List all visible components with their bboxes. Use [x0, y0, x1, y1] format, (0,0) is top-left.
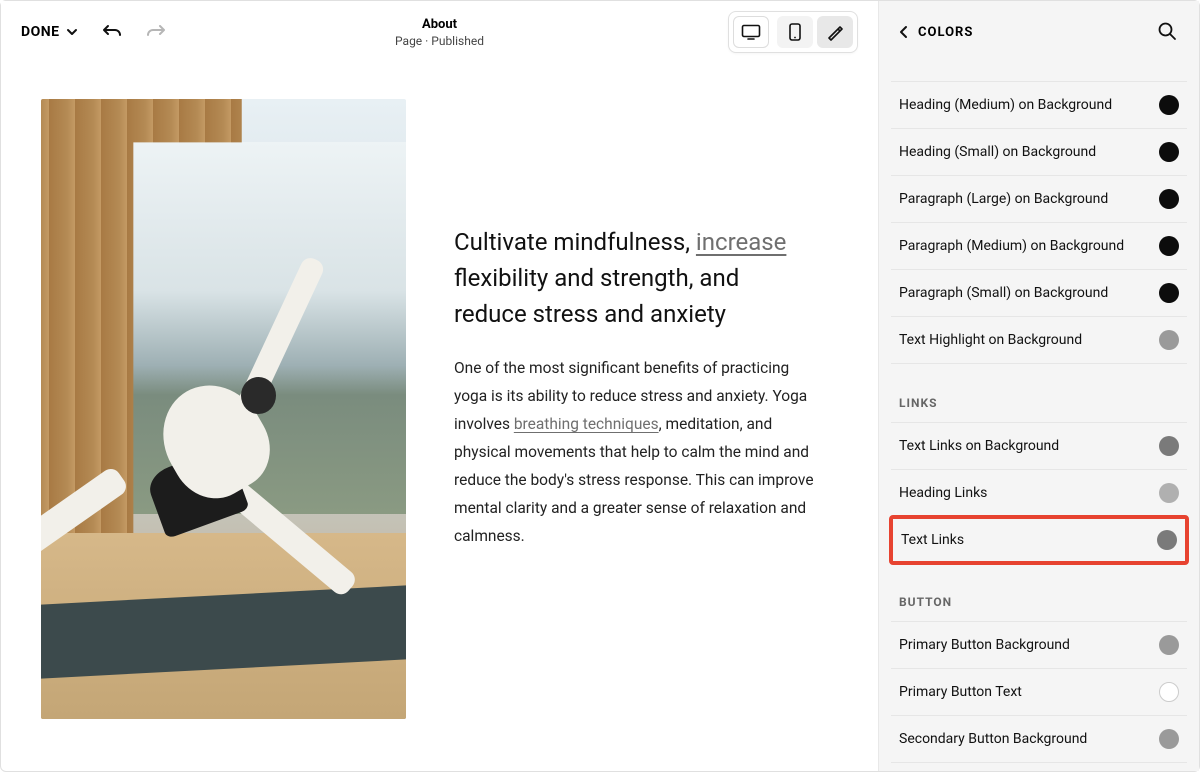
color-swatch[interactable]: [1159, 142, 1179, 162]
color-swatch[interactable]: [1159, 95, 1179, 115]
topbar-center: About Page · Published: [395, 17, 484, 48]
color-row-label: Primary Button Background: [899, 637, 1070, 653]
page-title: About: [395, 17, 484, 32]
text-color-row[interactable]: Paragraph (Medium) on Background: [891, 223, 1187, 270]
text-color-row[interactable]: Paragraph (Small) on Background: [891, 270, 1187, 317]
redo-icon: [146, 22, 166, 42]
color-row-label: Text Links on Background: [899, 438, 1059, 454]
page-subtitle: Page · Published: [395, 34, 484, 48]
body-link[interactable]: breathing techniques: [514, 415, 659, 433]
link-color-row[interactable]: Text Links: [889, 515, 1189, 565]
button-color-row[interactable]: Secondary Button Background: [891, 716, 1187, 763]
button-color-group: Primary Button Background Primary Button …: [891, 621, 1187, 763]
undo-button[interactable]: [102, 22, 122, 42]
color-swatch[interactable]: [1159, 330, 1179, 350]
sidebar-header: COLORS: [879, 1, 1199, 63]
body-paragraph[interactable]: One of the most significant benefits of …: [454, 354, 814, 550]
text-color-group: Heading (Medium) on Background Heading (S…: [891, 81, 1187, 364]
editor-area: DONE About Page · Published: [1, 1, 879, 771]
panel-title: COLORS: [918, 25, 973, 40]
page-canvas[interactable]: Cultivate mindfulness, increase flexibil…: [1, 63, 878, 771]
color-swatch[interactable]: [1159, 283, 1179, 303]
scene-person: [78, 273, 370, 645]
done-button[interactable]: DONE: [21, 24, 78, 40]
headline-part-2: flexibility and strength, and reduce str…: [454, 264, 739, 328]
paintbrush-icon: [826, 23, 844, 41]
text-color-row[interactable]: Heading (Medium) on Background: [891, 81, 1187, 129]
content-column: Cultivate mindfulness, increase flexibil…: [454, 99, 814, 735]
chevron-left-icon: [899, 25, 908, 39]
color-row-label: Heading (Small) on Background: [899, 144, 1096, 160]
headline-link[interactable]: increase: [696, 228, 786, 256]
done-label: DONE: [21, 24, 60, 40]
color-row-label: Paragraph (Medium) on Background: [899, 238, 1124, 254]
button-color-row[interactable]: Primary Button Text: [891, 669, 1187, 716]
editor-topbar: DONE About Page · Published: [1, 1, 878, 63]
mobile-view-button[interactable]: [777, 16, 813, 48]
color-row-label: Heading (Medium) on Background: [899, 97, 1112, 113]
desktop-view-button[interactable]: [733, 16, 769, 48]
text-color-row[interactable]: Paragraph (Large) on Background: [891, 176, 1187, 223]
color-row-label: Secondary Button Background: [899, 731, 1087, 747]
color-swatch[interactable]: [1159, 483, 1179, 503]
chevron-down-icon: [66, 26, 78, 38]
color-swatch[interactable]: [1159, 436, 1179, 456]
color-row-label: Text Highlight on Background: [899, 332, 1082, 348]
headline-part-1: Cultivate mindfulness,: [454, 228, 696, 256]
styles-sidebar: COLORS Heading (Medium) on BackgroundHea…: [879, 1, 1199, 771]
styles-panel-button[interactable]: [817, 16, 853, 48]
button-color-row[interactable]: Primary Button Background: [891, 621, 1187, 669]
back-button[interactable]: COLORS: [899, 25, 973, 40]
headline-text[interactable]: Cultivate mindfulness, increase flexibil…: [454, 224, 814, 332]
color-swatch[interactable]: [1159, 635, 1179, 655]
hero-image[interactable]: [41, 99, 406, 719]
color-row-label: Heading Links: [899, 485, 987, 501]
color-swatch[interactable]: [1159, 729, 1179, 749]
panel-body: Heading (Medium) on Background Heading (S…: [879, 63, 1199, 763]
links-color-group: Text Links on Background Heading Links Tex…: [891, 422, 1187, 565]
color-swatch[interactable]: [1159, 189, 1179, 209]
color-row-label: Paragraph (Large) on Background: [899, 191, 1108, 207]
desktop-icon: [741, 24, 761, 40]
links-section-label: LINKS: [891, 364, 1187, 422]
device-toolbar: [728, 11, 858, 53]
undo-icon: [102, 22, 122, 42]
button-section-label: BUTTON: [891, 563, 1187, 621]
body-part-2: , meditation, and physical movements tha…: [454, 415, 814, 545]
color-row-label: Primary Button Text: [899, 684, 1022, 700]
mobile-icon: [789, 23, 801, 41]
text-color-row[interactable]: Text Highlight on Background: [891, 317, 1187, 364]
topbar-left: DONE: [21, 22, 166, 42]
color-swatch[interactable]: [1159, 682, 1179, 702]
color-row-label: Paragraph (Small) on Background: [899, 285, 1108, 301]
color-swatch[interactable]: [1157, 530, 1177, 550]
redo-button[interactable]: [146, 22, 166, 42]
search-icon: [1157, 21, 1177, 41]
color-swatch[interactable]: [1159, 236, 1179, 256]
color-row-label: Text Links: [901, 532, 964, 548]
link-color-row[interactable]: Text Links on Background: [891, 422, 1187, 470]
search-button[interactable]: [1157, 21, 1179, 43]
link-color-row[interactable]: Heading Links: [891, 470, 1187, 517]
text-color-row[interactable]: Heading (Small) on Background: [891, 129, 1187, 176]
